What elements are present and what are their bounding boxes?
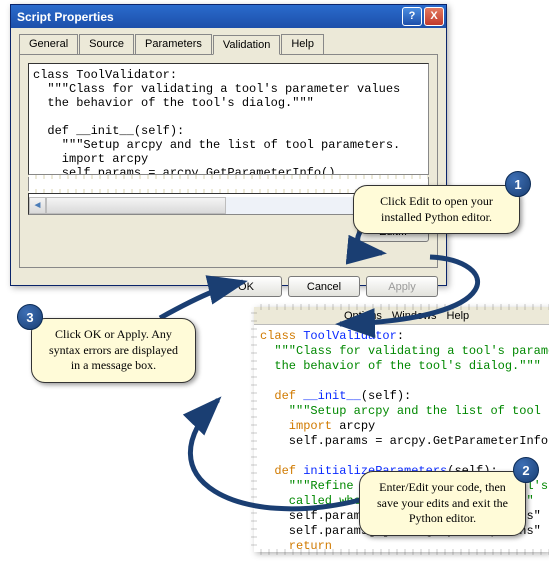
badge-2: 2 xyxy=(513,457,539,483)
menu-windows[interactable]: Windows xyxy=(392,310,437,322)
scroll-left-arrow-icon[interactable]: ◄ xyxy=(29,197,46,214)
tab-source[interactable]: Source xyxy=(79,34,134,54)
code-txt: arcpy xyxy=(332,419,375,433)
callout-step-2: Enter/Edit your code, then save your edi… xyxy=(359,471,526,536)
apply-button[interactable]: Apply xyxy=(366,276,438,297)
callout-step-1: Click Edit to open your installed Python… xyxy=(353,185,520,234)
code-txt: self.params = arcpy.GetParameterInfo() xyxy=(260,434,549,448)
code-txt: (self): xyxy=(361,389,411,403)
badge-1: 1 xyxy=(505,171,531,197)
tab-panel-validation: class ToolValidator: """Class for valida… xyxy=(19,54,438,268)
code-cls: ToolValidator xyxy=(296,329,397,343)
code-str: """Class for validating a tool's paramet… xyxy=(260,344,549,358)
menu-help[interactable]: Help xyxy=(447,310,470,322)
cancel-button[interactable]: Cancel xyxy=(288,276,360,297)
dialog-button-row: OK Cancel Apply xyxy=(11,276,446,305)
tab-help[interactable]: Help xyxy=(281,34,324,54)
code-str: the behavior of the tool's dialog.""" xyxy=(260,359,541,373)
menu-options[interactable]: Options xyxy=(344,310,382,322)
tab-general[interactable]: General xyxy=(19,34,78,54)
callout-step-3: Click OK or Apply. Any syntax errors are… xyxy=(31,318,196,383)
validation-code-preview: class ToolValidator: """Class for valida… xyxy=(28,63,429,175)
badge-3: 3 xyxy=(17,304,43,330)
code-kw: import xyxy=(260,419,332,433)
scroll-thumb[interactable] xyxy=(46,197,226,214)
code-kw: class xyxy=(260,329,296,343)
script-properties-dialog: Script Properties ? X General Source Par… xyxy=(10,4,447,286)
dialog-body: General Source Parameters Validation Hel… xyxy=(11,28,446,276)
code-txt: : xyxy=(397,329,404,343)
code-fn: __init__ xyxy=(296,389,361,403)
help-icon[interactable]: ? xyxy=(402,7,422,26)
tab-parameters[interactable]: Parameters xyxy=(135,34,212,54)
code-kw: return xyxy=(260,539,332,552)
code-str: """Setup arcpy and the list of tool para… xyxy=(260,404,549,418)
tab-row: General Source Parameters Validation Hel… xyxy=(19,34,438,55)
editor-menubar: Options Windows Help xyxy=(254,307,549,325)
code-kw: def xyxy=(260,464,296,478)
dialog-titlebar[interactable]: Script Properties ? X xyxy=(11,5,446,28)
tab-validation[interactable]: Validation xyxy=(213,35,281,55)
ok-button[interactable]: OK xyxy=(210,276,282,297)
dialog-title: Script Properties xyxy=(17,10,400,24)
close-icon[interactable]: X xyxy=(424,7,444,26)
code-kw: def xyxy=(260,389,296,403)
